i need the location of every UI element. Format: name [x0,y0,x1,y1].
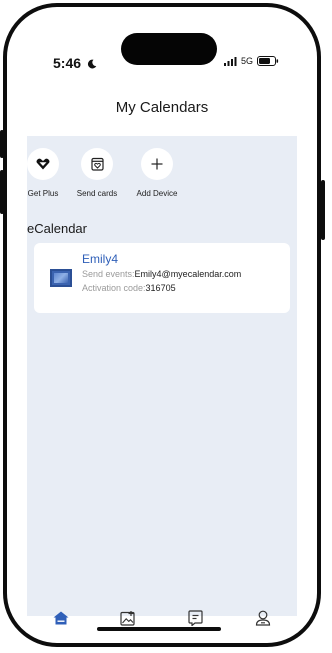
person-icon [256,610,271,626]
send-cards-button[interactable]: Send cards [69,148,125,198]
network-label: 5G [240,56,253,66]
activation-value: 316705 [145,283,176,293]
dynamic-island [121,33,217,65]
send-events-row: Send events:Emily4@myecalendar.com [82,269,241,279]
signal-icon [223,56,237,66]
power-button [321,180,325,240]
device-thumbnail [50,269,72,287]
add-device-button[interactable]: Add Device [131,148,183,198]
device-name: Emily4 [82,252,119,266]
get-plus-label: Get Plus [27,189,59,198]
activation-row: Activation code:316705 [82,283,176,293]
moon-icon [87,59,97,69]
add-device-label: Add Device [136,189,178,198]
screen: 5:46 5G My Calendars Get Plus Send cards… [15,15,309,635]
battery-icon [257,56,279,66]
message-icon [188,610,203,626]
card-icon [90,157,104,171]
tab-home[interactable] [41,603,81,633]
add-device-circle [141,148,173,180]
tab-profile[interactable] [243,603,283,633]
send-events-label: Send events: [82,269,135,279]
status-time: 5:46 [53,55,97,71]
send-cards-circle [81,148,113,180]
home-indicator[interactable] [97,627,221,631]
send-events-value: Emily4@myecalendar.com [134,269,242,279]
page-title: My Calendars [115,99,209,116]
section-title: eCalendar [27,221,87,236]
status-bar: 5:46 5G [15,15,309,71]
heart-diamond-icon [36,158,50,170]
activation-label: Activation code: [82,283,146,293]
photo-add-icon [120,611,135,626]
home-icon [53,611,69,625]
get-plus-circle [27,148,59,180]
status-indicators: 5G [223,56,279,66]
get-plus-button[interactable]: Get Plus [23,148,63,198]
time-text: 5:46 [53,55,82,71]
quick-actions: Get Plus Send cards Add Device [27,148,183,198]
main-content: Get Plus Send cards Add Device eCalendar… [27,136,297,616]
device-card[interactable]: Emily4 Send events:Emily4@myecalendar.co… [34,243,290,313]
send-cards-label: Send cards [76,189,118,198]
plus-icon [151,158,163,170]
phone-frame: 5:46 5G My Calendars Get Plus Send cards… [3,3,321,647]
